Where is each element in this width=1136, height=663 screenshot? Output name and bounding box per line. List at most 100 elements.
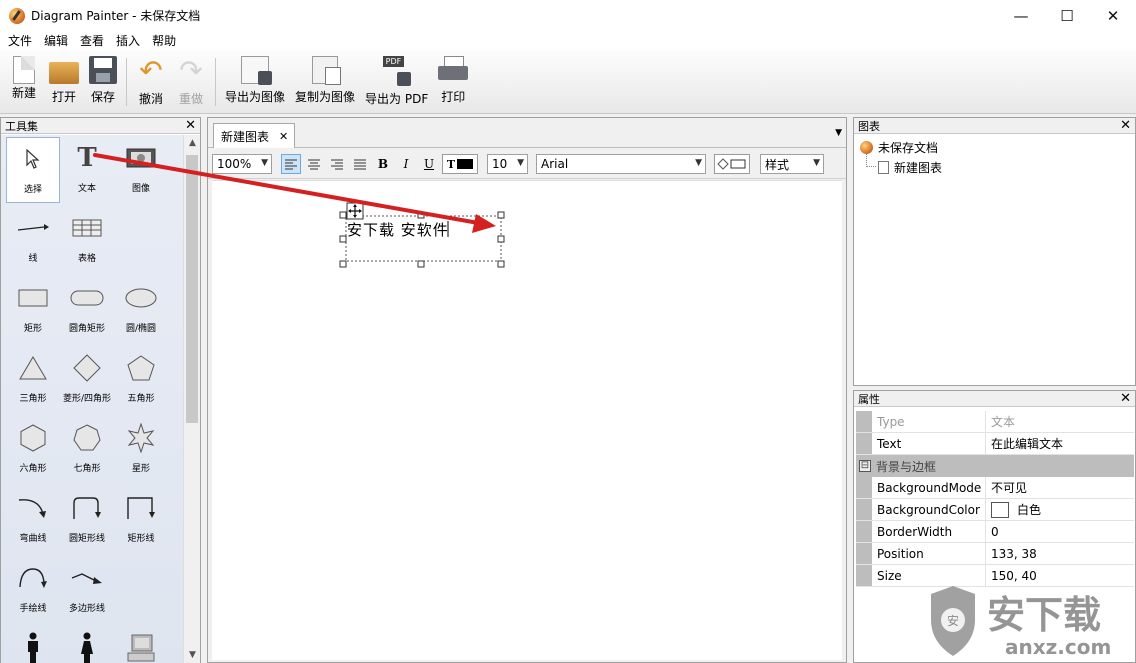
style-select[interactable]: 样式 ▼: [760, 154, 824, 174]
new-button[interactable]: 新建: [4, 50, 44, 110]
tool-person-female[interactable]: [60, 627, 114, 663]
tool-polyline[interactable]: 多边形线: [60, 557, 114, 623]
align-right-button[interactable]: [327, 154, 347, 174]
underline-button[interactable]: U: [419, 154, 439, 174]
tool-triangle[interactable]: 三角形: [6, 347, 60, 413]
property-group-background-border[interactable]: ⊟ 背景与边框: [856, 455, 1134, 477]
export-image-button[interactable]: 导出为图像: [220, 50, 290, 110]
tool-text[interactable]: T 文本: [60, 137, 114, 203]
justify-button[interactable]: [350, 154, 370, 174]
scroll-down-icon[interactable]: ▼: [184, 647, 201, 663]
zoom-value: 100%: [217, 157, 252, 171]
font-size-value: 10: [492, 157, 508, 171]
document-icon: [860, 141, 873, 154]
property-row-backgroundcolor[interactable]: BackgroundColor 白色: [856, 499, 1134, 521]
close-button[interactable]: ✕: [1090, 0, 1136, 31]
tool-line[interactable]: 线: [6, 207, 60, 273]
redo-button[interactable]: ↷ 重做: [171, 50, 211, 110]
property-value[interactable]: 0: [986, 521, 1134, 542]
tool-person-male[interactable]: [6, 627, 60, 663]
minimize-button[interactable]: —: [998, 0, 1044, 31]
toolbar-separator: [126, 58, 127, 106]
tool-label: 圆/椭圆: [125, 324, 157, 334]
svg-text:安: 安: [947, 613, 959, 628]
property-row-type[interactable]: Type 文本: [856, 411, 1134, 433]
close-icon[interactable]: ✕: [1120, 118, 1131, 133]
tool-rect-connector[interactable]: 矩形线: [114, 487, 168, 553]
scrollbar-thumb[interactable]: [186, 155, 198, 423]
tool-select[interactable]: 选择: [6, 137, 60, 203]
align-left-button[interactable]: [281, 154, 301, 174]
text-color-button[interactable]: T: [442, 154, 478, 174]
scroll-up-icon[interactable]: ▲: [184, 135, 201, 151]
rectangle-icon: [13, 281, 53, 315]
canvas-text-element[interactable]: 安下载 安软件: [347, 219, 449, 240]
move-icon[interactable]: [346, 202, 364, 220]
toolbox-scrollbar[interactable]: ▲ ▼: [183, 135, 200, 663]
heptagon-icon: [67, 421, 107, 455]
tool-freehand[interactable]: 手绘线: [6, 557, 60, 623]
italic-button[interactable]: I: [396, 154, 416, 174]
menu-file[interactable]: 文件: [2, 32, 38, 49]
close-icon[interactable]: ✕: [185, 118, 196, 133]
property-value[interactable]: 在此编辑文本: [986, 433, 1134, 454]
open-button[interactable]: 打开: [44, 50, 84, 110]
tab-list-icon[interactable]: ▼: [835, 128, 842, 138]
tool-computer[interactable]: [114, 627, 168, 663]
bold-button[interactable]: B: [373, 154, 393, 174]
export-image-label: 导出为图像: [225, 90, 286, 104]
tool-rounded-rectangle[interactable]: 圆角矩形: [60, 277, 114, 343]
close-icon[interactable]: ✕: [279, 130, 288, 143]
font-name-select[interactable]: Arial ▼: [536, 154, 706, 174]
copy-image-button[interactable]: 复制为图像: [290, 50, 360, 110]
tool-pentagon[interactable]: 五角形: [114, 347, 168, 413]
tool-diamond[interactable]: 菱形/四角形: [60, 347, 114, 413]
property-row-borderwidth[interactable]: BorderWidth 0: [856, 521, 1134, 543]
tool-rounded-connector[interactable]: 圆矩形线: [60, 487, 114, 553]
tool-rectangle[interactable]: 矩形: [6, 277, 60, 343]
tree-item-diagram[interactable]: 新建图表: [878, 159, 942, 176]
tool-star[interactable]: 星形: [114, 417, 168, 483]
property-row-text[interactable]: Text 在此编辑文本: [856, 433, 1134, 455]
print-label: 打印: [441, 90, 466, 104]
undo-button[interactable]: ↶ 撤消: [131, 50, 171, 110]
pentagon-icon: [121, 351, 161, 385]
diagram-canvas[interactable]: 安下载 安软件: [212, 180, 842, 660]
tool-table[interactable]: 表格: [60, 207, 114, 273]
tool-image[interactable]: 图像: [114, 137, 168, 203]
tool-label: 圆角矩形: [68, 324, 105, 334]
align-center-icon: [308, 159, 320, 169]
tool-hexagon[interactable]: 六角形: [6, 417, 60, 483]
pdf-icon: PDF: [382, 56, 411, 86]
export-pdf-button[interactable]: PDF 导出为 PDF: [360, 50, 433, 110]
tree-root-label: 未保存文档: [878, 141, 939, 155]
justify-icon: [354, 159, 366, 169]
align-center-button[interactable]: [304, 154, 324, 174]
property-value[interactable]: 133, 38: [986, 543, 1134, 564]
maximize-button[interactable]: ☐: [1044, 0, 1090, 31]
menu-insert[interactable]: 插入: [110, 32, 146, 49]
print-button[interactable]: 打印: [433, 50, 473, 110]
property-row-backgroundmode[interactable]: BackgroundMode 不可见: [856, 477, 1134, 499]
align-left-icon: [285, 159, 297, 169]
collapse-icon[interactable]: ⊟: [859, 460, 871, 472]
tool-heptagon[interactable]: 七角形: [60, 417, 114, 483]
document-tab[interactable]: 新建图表 ✕: [213, 123, 296, 148]
property-value-color[interactable]: 白色: [986, 499, 1134, 520]
text-icon: T: [77, 143, 97, 173]
document-tab-bar: 新建图表 ✕ ▼: [208, 118, 846, 148]
zoom-select[interactable]: 100% ▼: [212, 154, 272, 174]
tool-label: 图像: [131, 184, 150, 194]
close-icon[interactable]: ✕: [1120, 391, 1131, 406]
font-size-select[interactable]: 10 ▼: [487, 154, 528, 174]
menu-view[interactable]: 查看: [74, 32, 110, 49]
save-button[interactable]: 保存: [84, 50, 122, 110]
tool-curved-line[interactable]: 弯曲线: [6, 487, 60, 553]
fill-border-button[interactable]: [714, 154, 750, 174]
tool-ellipse[interactable]: 圆/椭圆: [114, 277, 168, 343]
menu-edit[interactable]: 编辑: [38, 32, 74, 49]
fill-border-icon: [717, 158, 746, 170]
property-value[interactable]: 不可见: [986, 477, 1134, 498]
property-row-position[interactable]: Position 133, 38: [856, 543, 1134, 565]
menu-help[interactable]: 帮助: [146, 32, 182, 49]
